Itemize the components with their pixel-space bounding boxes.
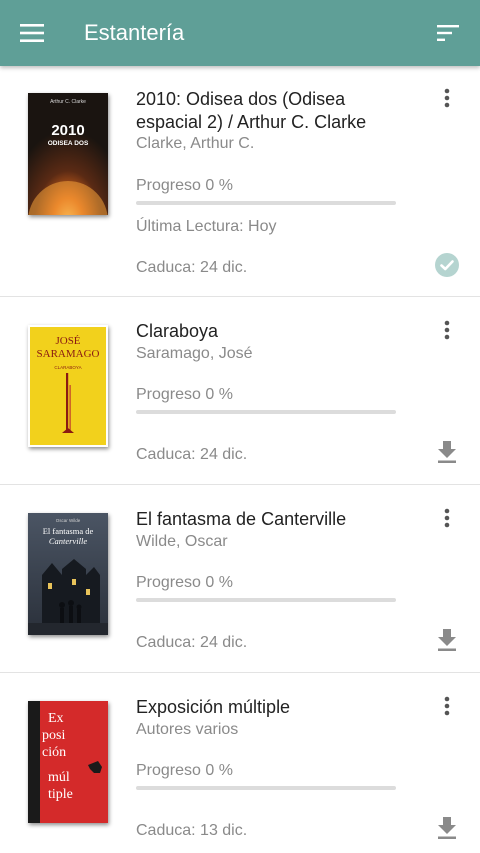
- app-bar: Estantería: [0, 0, 480, 66]
- more-options-icon[interactable]: [434, 503, 460, 533]
- book-cover[interactable]: Oscar Wilde El fantasma de Canterville: [28, 513, 108, 635]
- progress-bar: [136, 786, 396, 790]
- more-options-icon[interactable]: [434, 315, 460, 345]
- list-item[interactable]: Arthur C. Clarke 2010 ODISEA DOS 2010: O…: [0, 66, 480, 297]
- due-date: Caduca: 13 dic.: [136, 822, 248, 839]
- hamburger-menu-icon[interactable]: [14, 16, 50, 50]
- progress-bar: [136, 201, 396, 205]
- download-icon[interactable]: [434, 439, 460, 465]
- progress-label: Progreso 0 %: [136, 574, 233, 591]
- more-options-icon[interactable]: [434, 691, 460, 721]
- list-item[interactable]: JOSÉ SARAMAGO CLARABOYA Claraboya Sarama…: [0, 297, 480, 485]
- progress-label: Progreso 0 %: [136, 177, 233, 194]
- book-title[interactable]: Claraboya: [136, 320, 416, 343]
- page-title: Estantería: [84, 20, 185, 45]
- due-date: Caduca: 24 dic.: [136, 446, 248, 463]
- book-title[interactable]: 2010: Odisea dos (Odisea espacial 2) / A…: [136, 88, 416, 134]
- due-date: Caduca: 24 dic.: [136, 259, 248, 276]
- download-icon[interactable]: [434, 627, 460, 653]
- cover-subtitle-text: ODISEA DOS: [48, 140, 89, 147]
- book-author: Wilde, Oscar: [136, 533, 228, 550]
- cover-author-text: Arthur C. Clarke: [50, 99, 86, 105]
- list-item[interactable]: Ex posi ción múl tiple Exposición múltip…: [0, 673, 480, 853]
- book-cover[interactable]: JOSÉ SARAMAGO CLARABOYA: [28, 325, 108, 447]
- book-cover[interactable]: Ex posi ción múl tiple: [28, 701, 108, 823]
- cover-text-line5: tiple: [48, 787, 73, 802]
- progress-bar: [136, 410, 396, 414]
- cover-author-text: Oscar Wilde: [56, 518, 81, 523]
- book-title[interactable]: El fantasma de Canterville: [136, 508, 416, 531]
- book-author: Saramago, José: [136, 345, 253, 362]
- progress-label: Progreso 0 %: [136, 762, 233, 779]
- list-item[interactable]: Oscar Wilde El fantasma de Canterville E…: [0, 485, 480, 673]
- cover-text-line2: posi: [42, 728, 65, 743]
- cover-title-line2: Canterville: [49, 536, 87, 546]
- more-options-icon[interactable]: [434, 83, 460, 113]
- book-list: Arthur C. Clarke 2010 ODISEA DOS 2010: O…: [0, 66, 480, 853]
- due-date: Caduca: 24 dic.: [136, 634, 248, 651]
- cover-title-text: CLARABOYA: [54, 365, 81, 370]
- cover-text-line4: múl: [48, 770, 70, 785]
- book-author: Clarke, Arthur C.: [136, 135, 255, 152]
- download-icon[interactable]: [434, 815, 460, 841]
- cover-text-line3: ción: [42, 745, 66, 760]
- book-author: Autores varios: [136, 721, 239, 738]
- book-cover[interactable]: Arthur C. Clarke 2010 ODISEA DOS: [28, 93, 108, 215]
- cover-text-line1: Ex: [48, 711, 64, 726]
- downloaded-check-icon: [434, 252, 460, 278]
- cover-author-first: JOSÉ: [55, 335, 80, 347]
- progress-bar: [136, 598, 396, 602]
- book-title[interactable]: Exposición múltiple: [136, 696, 416, 719]
- progress-label: Progreso 0 %: [136, 386, 233, 403]
- cover-author-last: SARAMAGO: [37, 348, 100, 360]
- last-read-text: Última Lectura: Hoy: [136, 218, 277, 235]
- cover-title-line1: El fantasma de: [43, 526, 94, 536]
- cover-title-text: 2010: [51, 122, 84, 139]
- sort-icon[interactable]: [430, 16, 466, 50]
